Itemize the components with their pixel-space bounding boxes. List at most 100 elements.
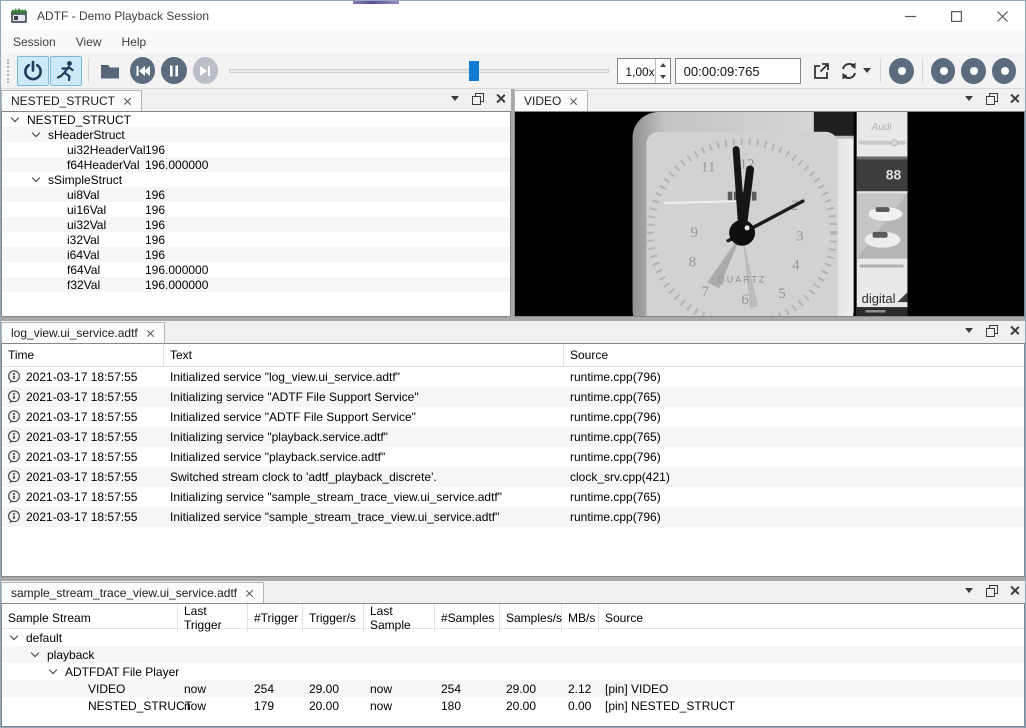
tree-row[interactable]: NESTED_STRUCT bbox=[2, 112, 510, 127]
seek-slider-handle[interactable] bbox=[469, 61, 479, 81]
log-row[interactable]: 2021-03-17 18:57:55 Initialized service … bbox=[2, 507, 1024, 527]
tree-row[interactable]: sSimpleStruct bbox=[2, 172, 510, 187]
pause-button[interactable] bbox=[161, 57, 186, 84]
tree-row[interactable]: sHeaderStruct bbox=[2, 127, 510, 142]
open-external-button[interactable] bbox=[807, 56, 833, 86]
column-header-text[interactable]: Text bbox=[164, 344, 564, 366]
column-header-source[interactable]: Source bbox=[564, 344, 1024, 366]
dock-float-button[interactable] bbox=[986, 93, 996, 103]
title-bar[interactable]: ADTF - Demo Playback Session bbox=[1, 1, 1025, 31]
log-row[interactable]: 2021-03-17 18:57:55 Switched stream cloc… bbox=[2, 467, 1024, 487]
column-header-source[interactable]: Source bbox=[599, 604, 1024, 632]
strip-badge-text: 88 bbox=[886, 166, 902, 182]
column-header-sample-stream[interactable]: Sample Stream bbox=[2, 604, 178, 632]
minimize-icon bbox=[905, 11, 916, 22]
log-row[interactable]: 2021-03-17 18:57:55 Initializing service… bbox=[2, 387, 1024, 407]
menu-view[interactable]: View bbox=[66, 33, 112, 51]
column-header-time[interactable]: Time bbox=[2, 344, 164, 366]
tab-close-icon[interactable] bbox=[569, 97, 578, 106]
tab-close-icon[interactable] bbox=[245, 589, 254, 598]
video-frame: 12 11 2 3 4 5 6 7 8 9 ▮▮▮▮▮ bbox=[514, 111, 1025, 317]
skip-to-start-button[interactable] bbox=[130, 57, 155, 84]
dock-menu-button[interactable] bbox=[965, 588, 973, 593]
tree-row[interactable]: f64Val196.000000 bbox=[2, 262, 510, 277]
log-row[interactable]: 2021-03-17 18:57:55 Initializing service… bbox=[2, 487, 1024, 507]
column-header-sample-rate[interactable]: Samples/s bbox=[500, 604, 562, 632]
column-header-num-samples[interactable]: #Samples bbox=[435, 604, 500, 632]
tab-close-icon[interactable] bbox=[146, 329, 155, 338]
tab-sample-stream-trace[interactable]: sample_stream_trace_view.ui_service.adtf bbox=[1, 582, 264, 603]
record-button-1[interactable] bbox=[889, 58, 913, 84]
column-header-mbs[interactable]: MB/s bbox=[562, 604, 599, 632]
tree-node-label: i64Val bbox=[67, 248, 99, 262]
seek-slider[interactable] bbox=[229, 58, 609, 84]
playback-speed-value[interactable]: 1,00x bbox=[618, 59, 654, 83]
close-button[interactable] bbox=[979, 1, 1025, 31]
tree-row[interactable]: f32Val196.000000 bbox=[2, 277, 510, 292]
step-forward-button[interactable] bbox=[193, 57, 218, 84]
record-button-3[interactable] bbox=[961, 58, 985, 84]
clock-number: 9 bbox=[691, 225, 698, 241]
open-folder-button[interactable] bbox=[94, 56, 126, 86]
loop-playback-button[interactable] bbox=[835, 56, 875, 86]
dock-float-button[interactable] bbox=[472, 93, 482, 103]
tab-nested-struct[interactable]: NESTED_STRUCT bbox=[1, 90, 142, 111]
speed-decrease-button[interactable] bbox=[656, 71, 670, 83]
menu-session[interactable]: Session bbox=[3, 33, 66, 51]
tree-node-value: 196 bbox=[145, 233, 165, 247]
log-row[interactable]: 2021-03-17 18:57:55 Initialized service … bbox=[2, 367, 1024, 387]
dock-menu-button[interactable] bbox=[451, 96, 459, 101]
column-header-trigger-rate[interactable]: Trigger/s bbox=[303, 604, 364, 632]
loop-dropdown-icon[interactable] bbox=[863, 68, 871, 73]
chevron-down-icon[interactable] bbox=[49, 666, 57, 674]
dock-float-button[interactable] bbox=[986, 585, 996, 595]
tree-row[interactable]: ADTFDAT File Player bbox=[2, 663, 1024, 680]
dock-close-button[interactable] bbox=[1009, 325, 1019, 335]
speed-increase-button[interactable] bbox=[656, 59, 670, 71]
record-button-2[interactable] bbox=[931, 58, 955, 84]
tree-row[interactable]: ui8Val196 bbox=[2, 187, 510, 202]
maximize-button[interactable] bbox=[933, 1, 979, 31]
run-button[interactable] bbox=[50, 56, 82, 86]
log-row[interactable]: 2021-03-17 18:57:55 Initializing service… bbox=[2, 427, 1024, 447]
top-dock-area: NESTED_STRUCT NESTED_STRUCT sHeaderStruc… bbox=[1, 89, 1025, 317]
dock-menu-button[interactable] bbox=[965, 96, 973, 101]
seek-slider-track[interactable] bbox=[229, 69, 609, 73]
log-row[interactable]: 2021-03-17 18:57:55 Initialized service … bbox=[2, 447, 1024, 467]
dock-close-button[interactable] bbox=[1009, 93, 1019, 103]
chevron-down-icon[interactable] bbox=[32, 174, 40, 182]
tab-video[interactable]: VIDEO bbox=[514, 90, 588, 111]
tab-close-icon[interactable] bbox=[123, 97, 132, 106]
chevron-down-icon[interactable] bbox=[31, 649, 39, 657]
tree-row[interactable]: ui16Val196 bbox=[2, 202, 510, 217]
power-button[interactable] bbox=[17, 56, 49, 86]
log-row[interactable]: 2021-03-17 18:57:55 Initialized service … bbox=[2, 407, 1024, 427]
menu-bar: Session View Help bbox=[1, 31, 1025, 53]
column-header-last-sample[interactable]: Last Sample bbox=[364, 604, 435, 632]
chevron-down-icon[interactable] bbox=[11, 114, 19, 122]
tree-row[interactable]: ui32Val196 bbox=[2, 217, 510, 232]
playback-speed-spinbox[interactable]: 1,00x bbox=[617, 58, 670, 84]
toolbar-grip[interactable] bbox=[7, 59, 13, 83]
tree-row[interactable]: playback bbox=[2, 646, 1024, 663]
dock-float-button[interactable] bbox=[986, 325, 996, 335]
dock-close-button[interactable] bbox=[495, 93, 505, 103]
chevron-down-icon[interactable] bbox=[32, 129, 40, 137]
log-source: runtime.cpp(765) bbox=[564, 430, 1024, 444]
tab-log-view[interactable]: log_view.ui_service.adtf bbox=[1, 322, 165, 343]
column-header-num-trigger[interactable]: #Trigger bbox=[248, 604, 303, 632]
menu-help[interactable]: Help bbox=[112, 33, 157, 51]
record-button-4[interactable] bbox=[992, 58, 1016, 84]
stream-row[interactable]: NESTED_STRUCT now 179 20.00 now 180 20.0… bbox=[2, 697, 1024, 714]
stream-row[interactable]: VIDEO now 254 29.00 now 254 29.00 2.12 [… bbox=[2, 680, 1024, 697]
dock-close-button[interactable] bbox=[1009, 585, 1019, 595]
tree-row[interactable]: ui32HeaderVal196 bbox=[2, 142, 510, 157]
chevron-down-icon[interactable] bbox=[10, 632, 18, 640]
time-display[interactable]: 00:00:09:765 bbox=[675, 58, 802, 84]
minimize-button[interactable] bbox=[887, 1, 933, 31]
column-header-last-trigger[interactable]: Last Trigger bbox=[178, 604, 248, 632]
dock-menu-button[interactable] bbox=[965, 328, 973, 333]
tree-row[interactable]: i32Val196 bbox=[2, 232, 510, 247]
tree-row[interactable]: i64Val196 bbox=[2, 247, 510, 262]
tree-row[interactable]: f64HeaderVal196.000000 bbox=[2, 157, 510, 172]
